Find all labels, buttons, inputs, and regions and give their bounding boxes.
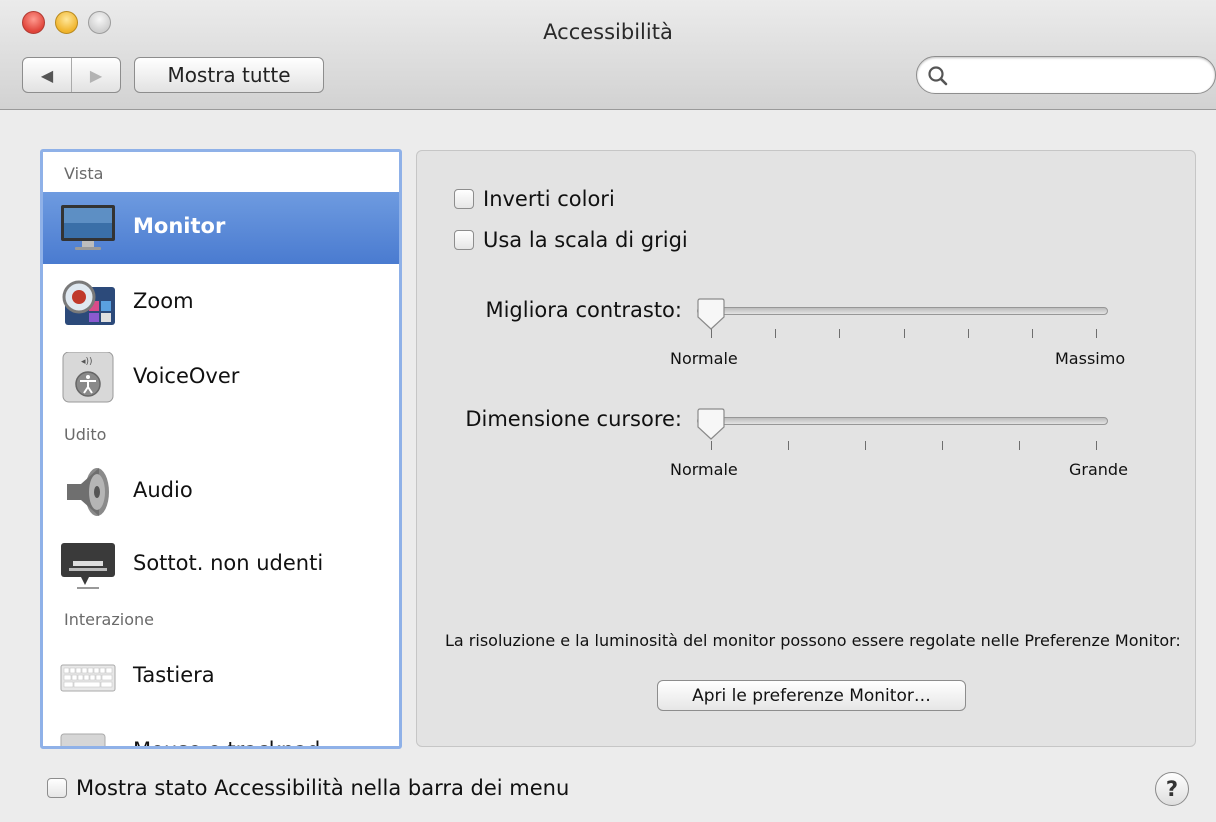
cursor-size-label: Dimensione cursore: (465, 407, 682, 431)
window-title: Accessibilità (543, 20, 673, 44)
keyboard-icon (59, 651, 117, 703)
slider-tick (1031, 329, 1033, 338)
contrast-slider-track[interactable] (697, 307, 1108, 315)
slider-tick (903, 329, 905, 338)
invert-colors-option[interactable]: Inverti colori (454, 187, 615, 211)
sidebar-item-label: Monitor (133, 214, 226, 238)
category-list[interactable]: Vista Monitor Zoom ◂)) VoiceOver Udito A… (40, 149, 402, 749)
contrast-label: Migliora contrasto: (485, 298, 682, 322)
slider-tick (967, 329, 969, 338)
back-arrow-icon: ◀ (40, 65, 54, 85)
contrast-slider-knob[interactable] (697, 297, 725, 331)
menu-status-label: Mostra stato Accessibilità nella barra d… (76, 776, 570, 800)
search-input[interactable] (953, 63, 1193, 87)
monitor-icon (59, 202, 117, 254)
back-forward-control: ◀ ▶ (22, 57, 121, 93)
invert-colors-checkbox[interactable] (454, 189, 474, 209)
mouse-icon (59, 726, 117, 746)
voiceover-icon: ◂)) (59, 351, 117, 404)
slider-tick (1019, 441, 1020, 450)
slider-tick (1096, 329, 1097, 338)
slider-tick (775, 329, 777, 338)
sidebar-item-zoom[interactable]: Zoom (43, 267, 399, 339)
open-display-prefs-button[interactable]: Apri le preferenze Monitor… (657, 680, 966, 711)
contrast-min-label: Normale (670, 349, 738, 368)
invert-colors-label: Inverti colori (483, 187, 615, 211)
display-prefs-info: La risoluzione e la luminosità del monit… (445, 631, 1181, 650)
slider-tick (865, 441, 866, 450)
sidebar-item-monitor[interactable]: Monitor (43, 192, 399, 264)
slider-tick (788, 441, 789, 450)
grayscale-label: Usa la scala di grigi (483, 228, 688, 252)
section-label-interazione: Interazione (64, 610, 154, 629)
menu-status-checkbox[interactable] (47, 778, 67, 798)
sidebar-item-captions[interactable]: Sottot. non udenti (43, 529, 399, 601)
zoom-icon (59, 277, 117, 329)
sidebar-item-label: Zoom (133, 289, 194, 313)
search-icon (928, 66, 948, 86)
slider-tick (1096, 441, 1097, 450)
search-field[interactable] (916, 56, 1216, 94)
sidebar-item-mouse[interactable]: Mouse e trackpad (43, 716, 399, 746)
sidebar-item-voiceover[interactable]: ◂)) VoiceOver (43, 342, 399, 414)
grayscale-checkbox[interactable] (454, 230, 474, 250)
show-all-button[interactable]: Mostra tutte (134, 57, 324, 93)
slider-tick (839, 329, 841, 338)
cursor-size-slider-knob[interactable] (697, 407, 725, 441)
back-button[interactable]: ◀ (23, 58, 72, 92)
sidebar-item-label: VoiceOver (133, 364, 240, 388)
help-button[interactable]: ? (1155, 772, 1189, 806)
sidebar-item-audio[interactable]: Audio (43, 456, 399, 528)
speaker-icon (59, 466, 117, 518)
sidebar-item-label: Tastiera (133, 663, 215, 687)
svg-text:◂)): ◂)) (81, 357, 93, 367)
sidebar-item-label: Audio (133, 478, 193, 502)
sidebar-item-label: Mouse e trackpad (133, 738, 320, 746)
contrast-max-label: Massimo (1055, 349, 1126, 368)
captions-icon (59, 539, 117, 591)
section-label-udito: Udito (64, 425, 107, 444)
menu-status-option[interactable]: Mostra stato Accessibilità nella barra d… (47, 776, 569, 800)
section-label-vista: Vista (64, 164, 104, 183)
cursor-size-min-label: Normale (670, 460, 738, 479)
cursor-size-slider-track[interactable] (697, 417, 1108, 425)
forward-button[interactable]: ▶ (72, 58, 120, 92)
slider-tick (942, 441, 943, 450)
cursor-size-max-label: Grande (1069, 460, 1128, 479)
grayscale-option[interactable]: Usa la scala di grigi (454, 228, 688, 252)
sidebar-item-keyboard[interactable]: Tastiera (43, 641, 399, 713)
forward-arrow-icon: ▶ (89, 65, 103, 85)
toolbar: Accessibilità ◀ ▶ Mostra tutte (0, 0, 1216, 110)
sidebar-item-label: Sottot. non udenti (133, 551, 324, 575)
slider-tick (711, 441, 712, 450)
